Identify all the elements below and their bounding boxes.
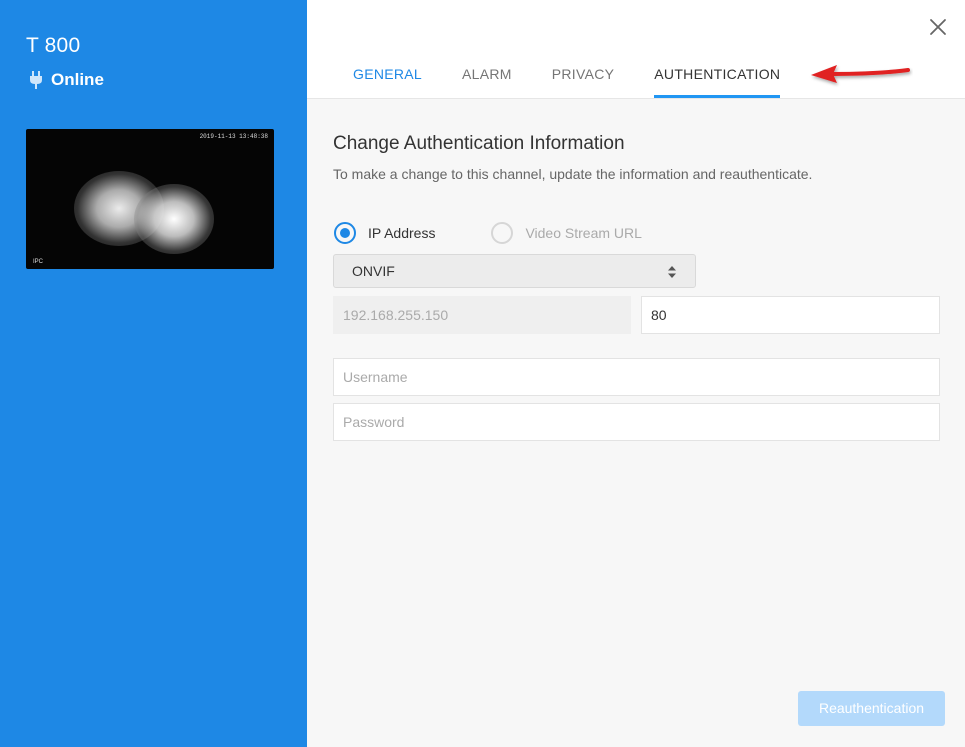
- username-placeholder: Username: [343, 369, 408, 385]
- protocol-select-value: ONVIF: [352, 263, 395, 279]
- annotation-arrow-icon: [811, 65, 910, 83]
- radio-video-stream-url-label: Video Stream URL: [525, 225, 642, 241]
- tab-general[interactable]: GENERAL: [353, 66, 422, 98]
- password-placeholder: Password: [343, 414, 405, 430]
- tabs: GENERAL ALARM PRIVACY AUTHENTICATION: [353, 66, 820, 98]
- tab-alarm[interactable]: ALARM: [462, 66, 512, 98]
- radio-selected-icon: [334, 222, 356, 244]
- radio-video-stream-url[interactable]: Video Stream URL: [491, 222, 642, 244]
- section-title: Change Authentication Information: [333, 133, 625, 154]
- tab-authentication[interactable]: AUTHENTICATION: [654, 66, 781, 98]
- source-type-radios: IP Address Video Stream URL: [334, 222, 698, 244]
- username-field[interactable]: Username: [333, 358, 940, 396]
- section-subtitle: To make a change to this channel, update…: [333, 166, 813, 182]
- password-field[interactable]: Password: [333, 403, 940, 441]
- settings-panel: GENERAL ALARM PRIVACY AUTHENTICATION Cha…: [307, 0, 965, 747]
- tab-privacy[interactable]: PRIVACY: [552, 66, 615, 98]
- ip-address-field[interactable]: 192.168.255.150: [333, 296, 631, 334]
- sort-arrows-icon: [668, 266, 676, 278]
- port-field[interactable]: 80: [641, 296, 940, 334]
- tab-bar: GENERAL ALARM PRIVACY AUTHENTICATION: [307, 0, 965, 99]
- plug-icon: [30, 71, 42, 89]
- radio-ip-address[interactable]: IP Address: [334, 222, 435, 244]
- ip-address-value: 192.168.255.150: [343, 307, 449, 323]
- radio-ip-address-label: IP Address: [368, 225, 436, 241]
- port-value: 80: [651, 307, 667, 323]
- reauthentication-button[interactable]: Reauthentication: [798, 691, 945, 726]
- radio-unselected-icon: [491, 222, 514, 244]
- close-icon[interactable]: [929, 18, 947, 36]
- channel-sidebar: T 800 Online 2019-11-13 13:48:38 IPC: [0, 0, 307, 747]
- preview-glare: [134, 184, 214, 254]
- protocol-select[interactable]: ONVIF: [333, 254, 696, 288]
- camera-status: Online: [29, 70, 104, 90]
- preview-timestamp: 2019-11-13 13:48:38: [199, 133, 268, 140]
- preview-label: IPC: [33, 259, 44, 265]
- camera-name: T 800: [26, 34, 81, 57]
- camera-preview: 2019-11-13 13:48:38 IPC: [26, 129, 274, 269]
- camera-status-label: Online: [51, 70, 104, 89]
